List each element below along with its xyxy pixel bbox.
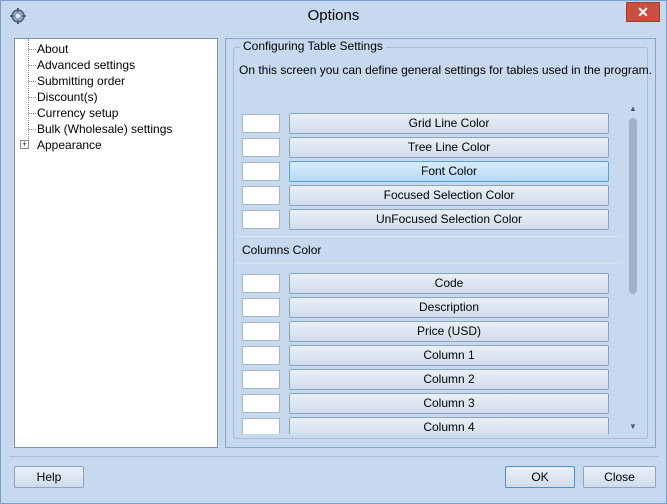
- color-setting-row: UnFocused Selection Color: [242, 209, 610, 231]
- tree-connector: [29, 49, 36, 50]
- close-icon: ✕: [637, 4, 649, 20]
- color-swatch[interactable]: [242, 186, 280, 205]
- settings-tree[interactable]: About Advanced settings Submitting order Di…: [14, 38, 218, 448]
- color-button[interactable]: Font Color: [289, 161, 609, 182]
- close-button[interactable]: Close: [583, 466, 656, 488]
- color-button[interactable]: Focused Selection Color: [289, 185, 609, 206]
- color-button[interactable]: Column 3: [289, 393, 609, 414]
- color-swatch[interactable]: [242, 418, 280, 434]
- tree-connector: [29, 97, 36, 98]
- color-swatch[interactable]: [242, 210, 280, 229]
- help-button[interactable]: Help: [14, 466, 84, 488]
- scroll-up-icon[interactable]: ▲: [628, 104, 638, 114]
- color-button[interactable]: Column 1: [289, 345, 609, 366]
- color-swatch[interactable]: [242, 114, 280, 133]
- scroll-down-icon[interactable]: ▼: [628, 422, 638, 432]
- footer-divider: [9, 456, 659, 457]
- ok-button[interactable]: OK: [505, 466, 575, 488]
- tree-connector: [29, 65, 36, 66]
- color-button[interactable]: Price (USD): [289, 321, 609, 342]
- color-setting-row: Font Color: [242, 161, 610, 183]
- tree-item[interactable]: Discount(s): [37, 89, 98, 105]
- color-button[interactable]: Description: [289, 297, 609, 318]
- tree-connector: [29, 129, 36, 130]
- color-button[interactable]: Column 4: [289, 417, 609, 434]
- tree-connector: [29, 81, 36, 82]
- color-button[interactable]: Column 2: [289, 369, 609, 390]
- color-button[interactable]: Tree Line Color: [289, 137, 609, 158]
- color-button[interactable]: UnFocused Selection Color: [289, 209, 609, 230]
- color-setting-row: Column 2: [242, 369, 610, 391]
- expand-icon[interactable]: +: [20, 140, 29, 149]
- color-swatch[interactable]: [242, 162, 280, 181]
- color-setting-row: Column 4: [242, 417, 610, 434]
- color-setting-row: Tree Line Color: [242, 137, 610, 159]
- tree-connector: [29, 113, 36, 114]
- tree-item[interactable]: About: [37, 41, 68, 57]
- group-description: On this screen you can define general se…: [239, 63, 652, 77]
- tree-item[interactable]: Bulk (Wholesale) settings: [37, 121, 172, 137]
- title-bar[interactable]: Options ✕: [1, 1, 666, 31]
- group-title: Configuring Table Settings: [240, 39, 386, 53]
- color-setting-row: Description: [242, 297, 610, 319]
- tree-item[interactable]: Appearance: [37, 137, 102, 153]
- columns-color-label: Columns Color: [242, 243, 322, 257]
- vertical-scrollbar[interactable]: ▲ ▼: [627, 104, 639, 434]
- color-setting-row: Column 3: [242, 393, 610, 415]
- scroll-thumb[interactable]: [629, 118, 637, 294]
- tree-connector: [28, 39, 29, 143]
- color-button[interactable]: Code: [289, 273, 609, 294]
- color-swatch[interactable]: [242, 322, 280, 341]
- color-setting-row: Price (USD): [242, 321, 610, 343]
- color-setting-row: Grid Line Color: [242, 113, 610, 135]
- tree-item[interactable]: Advanced settings: [37, 57, 135, 73]
- color-swatch[interactable]: [242, 394, 280, 413]
- color-swatch[interactable]: [242, 370, 280, 389]
- color-swatch[interactable]: [242, 274, 280, 293]
- tree-item[interactable]: Currency setup: [37, 105, 118, 121]
- color-swatch[interactable]: [242, 346, 280, 365]
- options-window: Options ✕ About Advanced settings Submitti…: [0, 0, 667, 504]
- color-setting-row: Code: [242, 273, 610, 295]
- color-settings-list[interactable]: Grid Line Color Tree Line Color Font Color…: [236, 104, 641, 434]
- color-button[interactable]: Grid Line Color: [289, 113, 609, 134]
- color-setting-row: Column 1: [242, 345, 610, 367]
- section-divider: [236, 236, 621, 237]
- close-window-button[interactable]: ✕: [626, 2, 660, 22]
- color-swatch[interactable]: [242, 298, 280, 317]
- section-divider: [236, 263, 621, 264]
- window-title: Options: [307, 7, 360, 24]
- tree-item[interactable]: Submitting order: [37, 73, 125, 89]
- color-swatch[interactable]: [242, 138, 280, 157]
- color-setting-row: Focused Selection Color: [242, 185, 610, 207]
